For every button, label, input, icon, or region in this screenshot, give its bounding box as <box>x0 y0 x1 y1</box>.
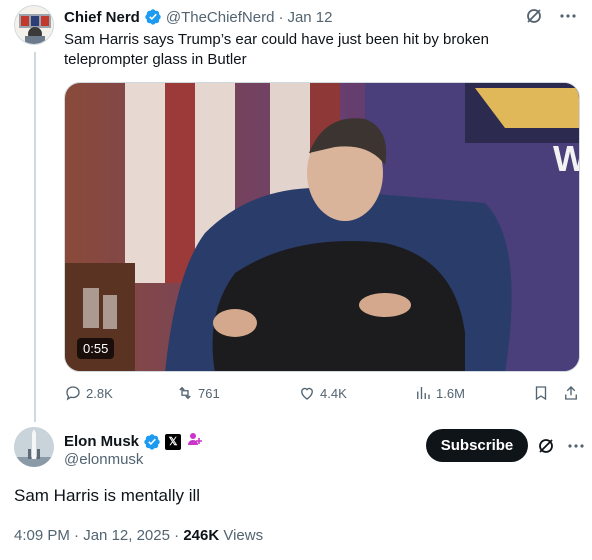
more-icon[interactable] <box>558 6 578 26</box>
video-player[interactable]: W 0:55 <box>64 82 580 372</box>
main-tweet-top-actions <box>536 436 586 456</box>
grok-icon[interactable] <box>536 436 556 456</box>
reply-icon <box>66 386 80 401</box>
subscribe-button[interactable]: Subscribe <box>426 429 528 462</box>
share-action[interactable] <box>562 384 580 402</box>
thread-connector-line <box>34 52 36 422</box>
views-total: 246K <box>183 527 220 544</box>
like-count: 4.4K <box>320 385 347 401</box>
views-label: Views <box>223 527 264 544</box>
more-icon[interactable] <box>566 436 586 456</box>
repost-count: 761 <box>198 385 220 401</box>
quoted-tweet-text: Sam Harris says Trump’s ear could have j… <box>64 31 489 68</box>
repost-action[interactable]: 761 <box>176 384 220 402</box>
tweet-time[interactable]: 4:09 PM <box>14 527 70 544</box>
main-author-name[interactable]: Elon Musk <box>64 433 139 450</box>
quoted-author-handle[interactable]: @TheChiefNerd <box>166 9 275 26</box>
tweet-date[interactable]: Jan 12, 2025 <box>83 527 170 544</box>
separator-dot: · <box>174 527 180 544</box>
quoted-tweet-date[interactable]: Jan 12 <box>287 9 332 26</box>
main-author-handle[interactable]: @elonmusk <box>64 451 143 468</box>
x-affiliate-icon[interactable]: 𝕏 <box>165 433 182 450</box>
like-action[interactable]: 4.4K <box>298 384 347 402</box>
quoted-tweet-header: Chief Nerd @TheChiefNerd · Jan 12 <box>64 8 333 26</box>
verified-badge-icon <box>144 8 162 26</box>
quoted-tweet-action-bar: 2.8K 761 4.4K 1.6M <box>64 384 580 406</box>
like-icon <box>301 387 313 400</box>
main-tweet-text: Sam Harris is mentally ill <box>14 486 201 505</box>
tweet-metadata: 4:09 PM · Jan 12, 2025 · 246K Views <box>14 527 263 544</box>
reply-count: 2.8K <box>86 385 113 401</box>
main-tweet-header: Elon Musk 𝕏 <box>64 430 203 453</box>
bookmark-icon <box>535 386 547 401</box>
repost-icon <box>179 386 191 400</box>
bookmark-action[interactable] <box>532 384 550 402</box>
video-thumbnail: W <box>65 83 580 371</box>
verified-badge-icon <box>143 433 161 451</box>
chief-nerd-avatar[interactable] <box>14 5 54 45</box>
gender-badge-icon <box>185 430 203 453</box>
grok-icon[interactable] <box>524 6 544 26</box>
separator-dot: · <box>278 8 284 26</box>
views-action[interactable]: 1.6M <box>414 384 465 402</box>
video-duration-label: 0:55 <box>77 338 115 359</box>
views-icon <box>417 387 430 399</box>
separator-dot: · <box>74 527 80 544</box>
elon-musk-avatar[interactable] <box>14 427 54 467</box>
svg-text:W: W <box>553 138 580 179</box>
quoted-author-name[interactable]: Chief Nerd <box>64 9 140 26</box>
share-icon <box>565 386 577 400</box>
quoted-tweet-top-actions <box>524 6 578 26</box>
views-count: 1.6M <box>436 385 465 401</box>
reply-action[interactable]: 2.8K <box>64 384 113 402</box>
